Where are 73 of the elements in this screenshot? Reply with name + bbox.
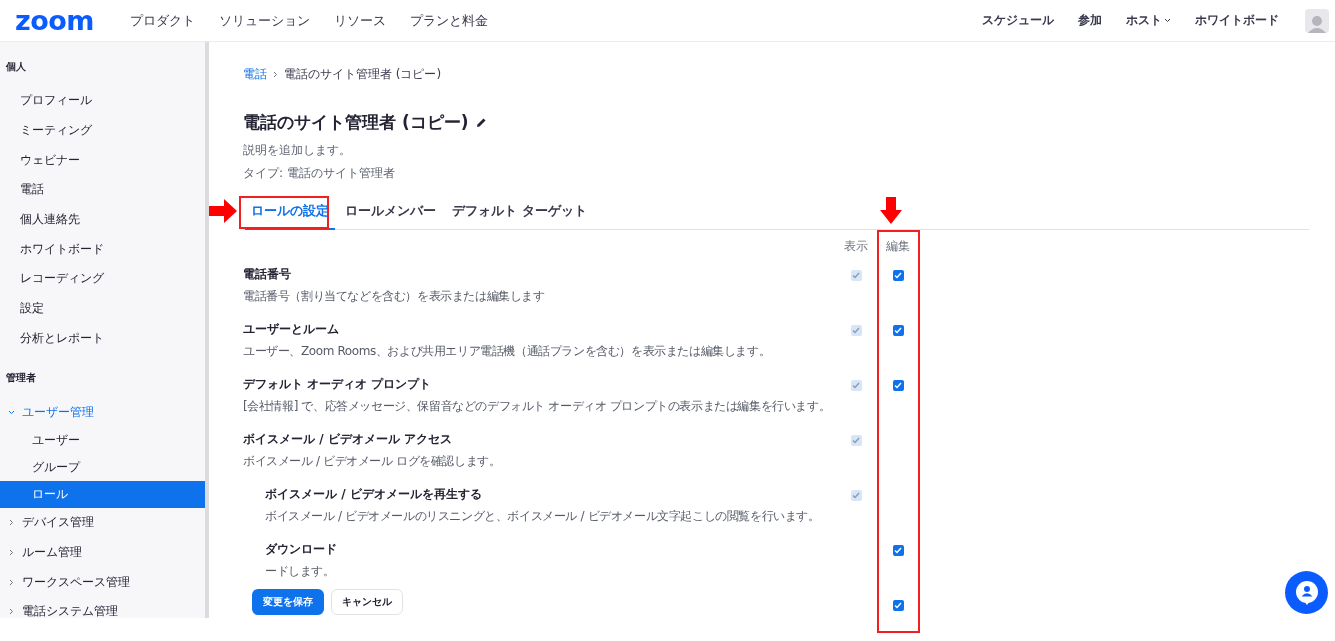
sidebar-item[interactable]: 設定 xyxy=(0,293,205,324)
cancel-button[interactable]: キャンセル xyxy=(331,589,403,615)
permission-description: ードします。 xyxy=(265,563,335,580)
role-type: タイプ: 電話のサイト管理者 xyxy=(243,165,396,182)
sidebar-item[interactable]: 分析とレポート xyxy=(0,323,205,354)
arrow-icon xyxy=(880,197,902,224)
sidebar-item[interactable]: ルーム管理 xyxy=(0,537,205,568)
sidebar-item[interactable]: 電話システム管理 xyxy=(0,596,205,618)
permission-title: ボイスメール / ビデオメールを再生する xyxy=(265,486,483,503)
tab[interactable]: デフォルト ターゲット xyxy=(446,196,593,230)
permission-title: ダウンロード xyxy=(265,541,338,558)
sidebar-item[interactable]: ミーティング xyxy=(0,115,205,146)
permission-description: ボイスメール / ビデオメールのリスニングと、ボイスメール / ビデオメール文字起こしの閲覧を行います。 xyxy=(265,508,820,525)
chevron-right-icon xyxy=(273,71,278,78)
save-button[interactable]: 変更を保存 xyxy=(252,589,324,615)
checkbox[interactable] xyxy=(850,380,862,391)
column-header: 表示 xyxy=(843,238,869,255)
tab[interactable]: ロールメンバー xyxy=(339,196,442,230)
sidebar-item[interactable]: ホワイトボード xyxy=(0,234,205,265)
chevron-down-icon xyxy=(1164,18,1171,23)
sidebar-item[interactable]: レコーディング xyxy=(0,264,205,294)
nav-link[interactable]: ホスト xyxy=(1126,12,1171,29)
checkbox[interactable] xyxy=(850,435,862,446)
section-heading: 個人 xyxy=(5,60,27,74)
checkbox[interactable] xyxy=(892,270,904,281)
permission-description: [会社情報] で、応答メッセージ、保留音などのデフォルト オーディオ プロンプトの表示または編集を行います。 xyxy=(243,398,831,415)
arrow-icon xyxy=(209,199,237,223)
permission-title: ユーザーとルーム xyxy=(243,321,340,338)
section-heading: 管理者 xyxy=(5,371,37,386)
permission-description: 電話番号（割り当てなどを含む）を表示または編集します xyxy=(243,288,545,305)
checkbox[interactable] xyxy=(850,270,862,281)
sidebar-item[interactable]: プロフィール xyxy=(0,86,205,116)
checkbox[interactable] xyxy=(892,600,904,611)
checkbox[interactable] xyxy=(850,490,862,501)
checkbox[interactable] xyxy=(850,325,862,336)
permission-title: 電話番号 xyxy=(243,266,292,283)
sidebar-item[interactable]: ワークスペース管理 xyxy=(0,567,205,597)
nav-link[interactable]: 参加 xyxy=(1078,12,1102,29)
nav-link[interactable]: リソース xyxy=(333,11,386,30)
pencil-icon[interactable] xyxy=(476,117,488,128)
sidebar-item[interactable]: デバイス管理 xyxy=(0,507,205,538)
chevron-down-icon xyxy=(8,408,15,416)
checkbox[interactable] xyxy=(892,325,904,336)
role-title: 電話のサイト管理者 (コピー) xyxy=(243,111,469,134)
chevron-right-icon xyxy=(8,608,15,616)
nav-link[interactable]: ソリューション xyxy=(218,11,310,30)
sidebar-item[interactable]: ウェビナー xyxy=(0,145,205,176)
role-description: 説明を追加します。 xyxy=(243,142,352,159)
checkbox[interactable] xyxy=(892,380,904,391)
permission-description: ユーザー、Zoom Rooms、および共用エリア電話機（通話プランを含む）を表示または編集します。 xyxy=(243,343,771,360)
sidebar-item[interactable]: 電話 xyxy=(0,175,205,205)
breadcrumb-link[interactable]: 電話 xyxy=(243,66,267,83)
nav-link[interactable]: プランと料金 xyxy=(409,11,488,30)
column-header: 編集 xyxy=(885,238,911,255)
breadcrumb-current: 電話のサイト管理者 (コピー) xyxy=(284,66,442,83)
permission-title: デフォルト オーディオ プロンプト xyxy=(243,376,433,393)
sidebar-item[interactable]: グループ xyxy=(0,453,205,481)
nav-link[interactable]: プロダクト xyxy=(129,11,195,30)
chevron-right-icon xyxy=(8,578,15,586)
chevron-right-icon xyxy=(8,519,15,527)
permission-title: ボイスメール / ビデオメール アクセス xyxy=(243,431,453,448)
chat-person-icon xyxy=(1295,580,1318,605)
zoom-logo[interactable]: zoom xyxy=(15,7,94,34)
sidebar-item[interactable]: ユーザー xyxy=(0,426,205,454)
nav-link[interactable]: ホワイトボード xyxy=(1195,12,1279,29)
sidebar-item[interactable]: ロール xyxy=(0,480,205,508)
chat-button[interactable] xyxy=(1285,571,1328,614)
permission-description: ボイスメール / ビデオメール ログを確認します。 xyxy=(243,453,501,470)
sidebar-item[interactable]: ユーザー管理 xyxy=(0,397,205,427)
sidebar-item[interactable]: 個人連絡先 xyxy=(0,204,205,235)
chevron-right-icon xyxy=(8,548,15,556)
checkbox[interactable] xyxy=(892,545,904,556)
nav-link[interactable]: スケジュール xyxy=(982,12,1054,29)
